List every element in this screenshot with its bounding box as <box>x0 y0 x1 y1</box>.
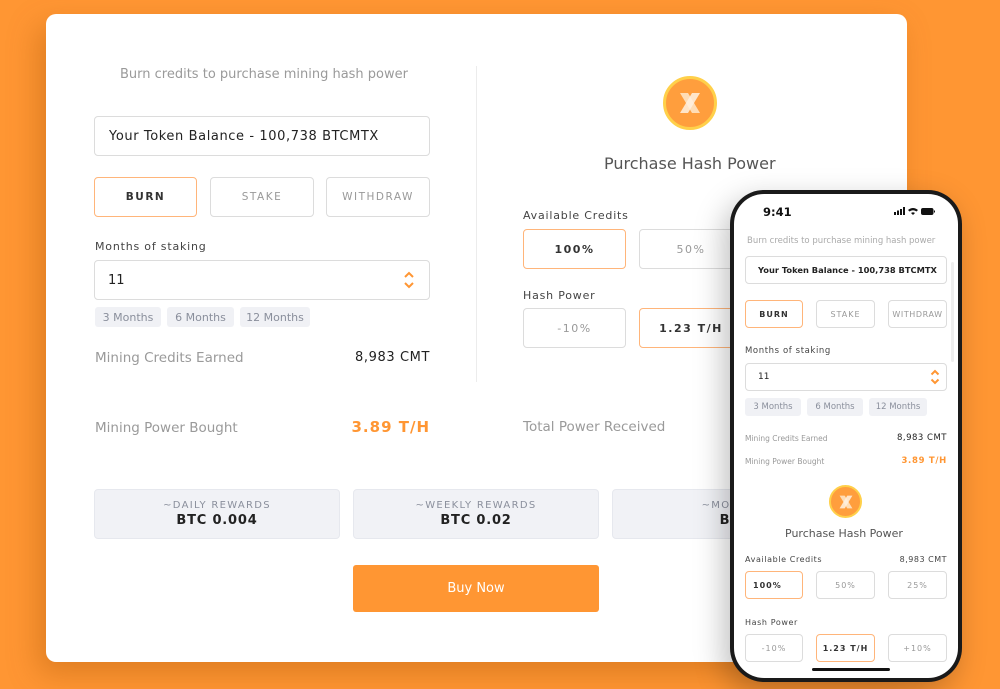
credit-option-50[interactable]: 50% <box>639 229 743 269</box>
status-time: 9:41 <box>763 205 792 219</box>
credits-earned-value: 8,983 CMT <box>355 350 430 365</box>
weekly-rewards-label: ~WEEKLY REWARDS <box>415 500 537 511</box>
phone-hash-option-minus-10[interactable]: -10% <box>745 634 803 662</box>
chip-3-months[interactable]: 3 Months <box>95 307 161 327</box>
phone-credit-option-50[interactable]: 50% <box>816 571 875 599</box>
phone-purchase-title: Purchase Hash Power <box>785 527 903 540</box>
tab-withdraw[interactable]: WITHDRAW <box>326 177 430 217</box>
power-bought-value: 3.89 T/H <box>351 418 430 436</box>
phone-screen: 9:41 Burn credits to purchase mining has… <box>734 194 958 678</box>
available-credits-label: Available Credits <box>523 209 629 222</box>
phone-stepper-icon[interactable] <box>930 368 940 386</box>
power-bought-label: Mining Power Bought <box>95 420 238 436</box>
buy-now-button[interactable]: Buy Now <box>353 565 599 612</box>
phone-credits-earned-label: Mining Credits Earned <box>745 434 828 443</box>
phone-power-bought-label: Mining Power Bought <box>745 457 825 466</box>
months-label: Months of staking <box>95 240 207 253</box>
daily-rewards-value: BTC 0.004 <box>176 513 258 528</box>
phone-available-credits-value: 8,983 CMT <box>899 555 947 564</box>
phone-mockup: 9:41 Burn credits to purchase mining has… <box>730 190 962 682</box>
months-input[interactable]: 11 <box>94 260 430 300</box>
months-value: 11 <box>108 272 125 288</box>
phone-tab-withdraw[interactable]: WITHDRAW <box>888 300 947 328</box>
chip-6-months[interactable]: 6 Months <box>167 307 234 327</box>
wifi-icon <box>908 208 918 215</box>
credits-earned-label: Mining Credits Earned <box>95 350 244 366</box>
phone-tab-burn[interactable]: BURN <box>745 300 803 328</box>
weekly-rewards-value: BTC 0.02 <box>440 513 512 528</box>
phone-chip-6-months[interactable]: 6 Months <box>807 398 863 416</box>
weekly-rewards-card: ~WEEKLY REWARDS BTC 0.02 <box>353 489 599 539</box>
page-subtitle: Burn credits to purchase mining hash pow… <box>120 67 408 82</box>
phone-tab-stake[interactable]: STAKE <box>816 300 875 328</box>
status-icons <box>894 207 935 215</box>
total-power-label: Total Power Received <box>523 419 666 435</box>
signal-icon <box>894 207 905 215</box>
coin-logo-icon <box>663 76 717 130</box>
phone-credit-option-25[interactable]: 25% <box>888 571 947 599</box>
phone-hash-option-value[interactable]: 1.23 T/H <box>816 634 875 662</box>
column-divider <box>476 66 477 382</box>
tab-burn[interactable]: BURN <box>94 177 197 217</box>
phone-chip-3-months[interactable]: 3 Months <box>745 398 801 416</box>
phone-chip-12-months[interactable]: 12 Months <box>869 398 927 416</box>
hash-option-value[interactable]: 1.23 T/H <box>639 308 743 348</box>
phone-months-label: Months of staking <box>745 346 831 356</box>
chip-12-months[interactable]: 12 Months <box>240 307 310 327</box>
purchase-title: Purchase Hash Power <box>604 154 776 173</box>
home-indicator[interactable] <box>812 668 890 671</box>
phone-available-credits-label: Available Credits <box>745 555 823 564</box>
phone-hash-option-plus-10[interactable]: +10% <box>888 634 947 662</box>
hash-option-minus-10[interactable]: -10% <box>523 308 626 348</box>
token-balance-field[interactable]: Your Token Balance - 100,738 BTCMTX <box>94 116 430 156</box>
phone-credits-earned-value: 8,983 CMT <box>897 433 947 443</box>
phone-coin-logo-icon <box>829 485 862 518</box>
phone-token-balance-field[interactable]: Your Token Balance - 100,738 BTCMTX <box>745 256 947 284</box>
phone-months-value: 11 <box>758 372 770 382</box>
phone-hash-power-label: Hash Power <box>745 618 798 627</box>
phone-scrollbar[interactable] <box>951 262 954 362</box>
hash-power-label: Hash Power <box>523 289 596 302</box>
phone-months-input[interactable]: 11 <box>745 363 947 391</box>
credit-option-100[interactable]: 100% <box>523 229 626 269</box>
daily-rewards-card: ~DAILY REWARDS BTC 0.004 <box>94 489 340 539</box>
phone-subtitle: Burn credits to purchase mining hash pow… <box>747 236 936 246</box>
daily-rewards-label: ~DAILY REWARDS <box>163 500 271 511</box>
tab-stake[interactable]: STAKE <box>210 177 314 217</box>
phone-power-bought-value: 3.89 T/H <box>901 456 947 466</box>
phone-credit-option-100[interactable]: 100% <box>745 571 803 599</box>
battery-icon <box>921 208 935 215</box>
stepper-icon[interactable] <box>403 269 415 291</box>
